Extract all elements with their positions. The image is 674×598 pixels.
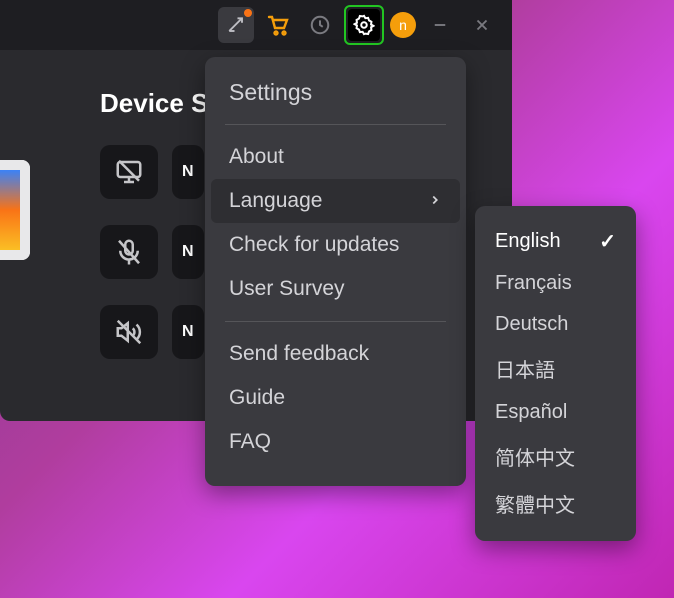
- check-icon: ✓: [599, 229, 616, 254]
- device-label[interactable]: N: [172, 305, 204, 359]
- menu-item-check-for-updates[interactable]: Check for updates: [205, 223, 466, 267]
- app-logo-icon[interactable]: [218, 7, 254, 43]
- avatar-letter: n: [399, 17, 407, 33]
- language-option[interactable]: English ✓: [475, 220, 636, 263]
- language-label: 繁體中文: [495, 489, 575, 518]
- menu-divider: [225, 321, 446, 322]
- settings-button-highlight: [344, 5, 384, 45]
- language-option[interactable]: 日本語: [475, 345, 636, 392]
- menu-item-label: Guide: [229, 386, 285, 410]
- language-option[interactable]: 简体中文: [475, 433, 636, 480]
- device-label[interactable]: N: [172, 145, 204, 199]
- device-label[interactable]: N: [172, 225, 204, 279]
- mic-off-icon[interactable]: [100, 225, 158, 279]
- user-avatar[interactable]: n: [390, 12, 416, 38]
- menu-item-label: Language: [229, 189, 322, 213]
- language-option[interactable]: Français: [475, 263, 636, 304]
- device-preview-thumbnail[interactable]: [0, 160, 30, 260]
- menu-item-guide[interactable]: Guide: [205, 376, 466, 420]
- language-option[interactable]: Español: [475, 392, 636, 433]
- gear-icon: [353, 14, 375, 36]
- language-label: Español: [495, 401, 567, 424]
- language-option[interactable]: Deutsch: [475, 304, 636, 345]
- close-button[interactable]: [464, 7, 500, 43]
- menu-divider: [225, 124, 446, 125]
- language-label: English: [495, 230, 561, 253]
- menu-item-send-feedback[interactable]: Send feedback: [205, 332, 466, 376]
- menu-item-language[interactable]: Language: [211, 179, 460, 223]
- chevron-right-icon: [428, 189, 442, 213]
- language-label: Deutsch: [495, 313, 568, 336]
- settings-menu: Settings About Language Check for updates U…: [205, 57, 466, 486]
- language-label: 简体中文: [495, 442, 575, 471]
- language-label: Français: [495, 272, 572, 295]
- settings-button[interactable]: [348, 9, 380, 41]
- settings-menu-heading: Settings: [205, 79, 466, 114]
- menu-item-label: Check for updates: [229, 233, 399, 257]
- title-bar: n: [0, 0, 512, 50]
- cart-icon[interactable]: [260, 7, 296, 43]
- minimize-button[interactable]: [422, 7, 458, 43]
- history-icon[interactable]: [302, 7, 338, 43]
- display-off-icon[interactable]: [100, 145, 158, 199]
- menu-item-label: FAQ: [229, 430, 271, 454]
- speaker-off-icon[interactable]: [100, 305, 158, 359]
- menu-item-label: About: [229, 145, 284, 169]
- language-submenu: English ✓ Français Deutsch 日本語 Español 简体中文繁體中…: [475, 206, 636, 541]
- language-option[interactable]: 繁體中文: [475, 480, 636, 527]
- menu-item-label: User Survey: [229, 277, 345, 301]
- menu-item-label: Send feedback: [229, 342, 369, 366]
- language-label: 日本語: [495, 354, 555, 383]
- menu-item-about[interactable]: About: [205, 135, 466, 179]
- menu-item-user-survey[interactable]: User Survey: [205, 267, 466, 311]
- menu-item-faq[interactable]: FAQ: [205, 420, 466, 464]
